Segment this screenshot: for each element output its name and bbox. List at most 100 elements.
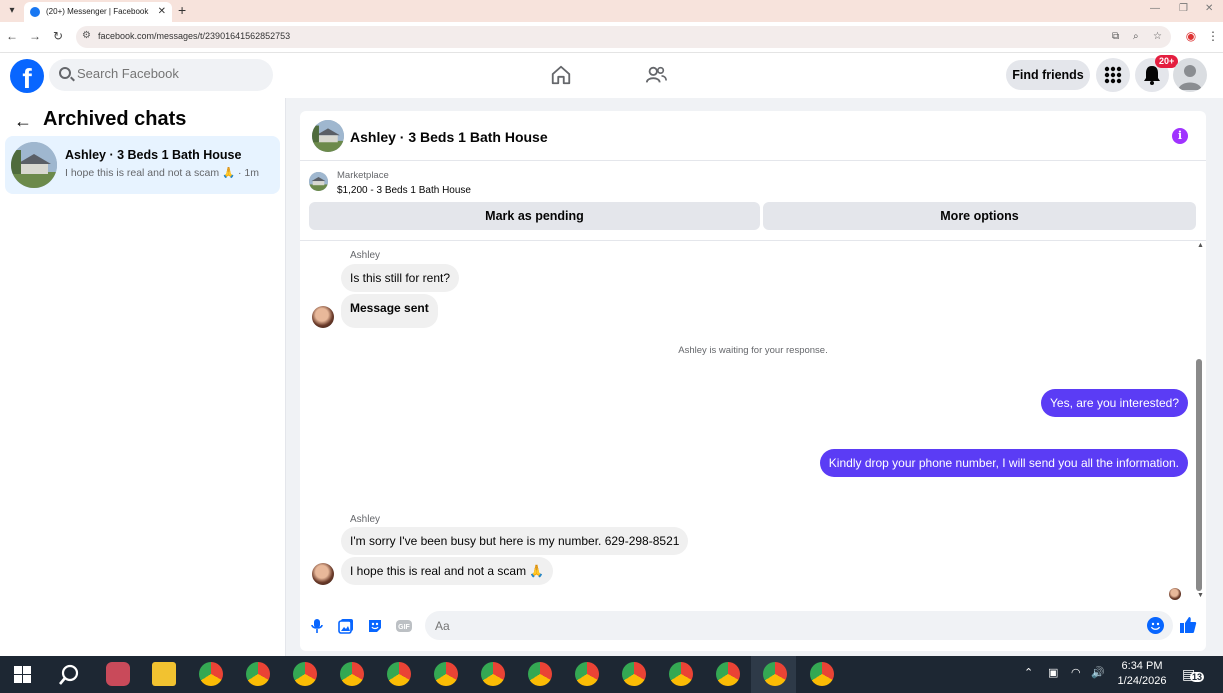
new-tab-button[interactable]: + — [178, 2, 186, 18]
sender-name: Ashley — [350, 514, 381, 525]
listing-thumbnail — [309, 172, 328, 191]
taskbar-search-icon[interactable] — [58, 664, 80, 686]
site-info-icon[interactable]: ⚙ — [82, 30, 91, 41]
tray-chevron-icon[interactable]: ⌃ — [1024, 666, 1033, 679]
back-icon[interactable]: ← — [4, 29, 20, 43]
windows-start-icon[interactable] — [14, 666, 31, 683]
zoom-icon[interactable]: ⌕ — [1133, 31, 1139, 42]
notification-center-icon[interactable]: ▤ 13 — [1182, 666, 1205, 684]
message-composer: GIF — [300, 609, 1206, 645]
chrome-profile-icon[interactable] — [622, 662, 646, 686]
house-thumbnail — [11, 142, 57, 188]
chrome-profile-icon[interactable] — [575, 662, 599, 686]
conversation-title[interactable]: Ashley · 3 Beds 1 Bath House — [350, 129, 548, 145]
bookmark-star-icon[interactable]: ☆ — [1153, 31, 1162, 42]
message-bubble-outgoing[interactable]: Yes, are you interested? — [1041, 389, 1188, 417]
chat-name: Ashley · 3 Beds 1 Bath House — [65, 148, 242, 162]
scrollbar-thumb[interactable] — [1196, 359, 1202, 591]
volume-icon[interactable]: 🔊 — [1091, 666, 1105, 679]
photo-icon[interactable] — [337, 617, 355, 635]
reload-icon[interactable]: ↻ — [50, 29, 66, 43]
message-bubble[interactable]: I'm sorry I've been busy but here is my … — [341, 527, 689, 555]
waiting-status: Ashley is waiting for your response. — [678, 345, 828, 356]
tab-search-icon[interactable]: ▾ — [4, 3, 20, 19]
profile-avatar[interactable] — [1173, 58, 1207, 92]
wifi-icon[interactable]: ◠ — [1071, 666, 1081, 679]
chrome-profile-icon[interactable] — [669, 662, 693, 686]
notification-count: 13 — [1190, 672, 1205, 682]
ashley-avatar[interactable] — [312, 563, 334, 585]
chrome-profile-icon[interactable] — [481, 662, 505, 686]
file-explorer-icon[interactable] — [152, 662, 176, 686]
url-text: facebook.com/messages/t/2390164156285275… — [98, 31, 291, 41]
mic-icon[interactable] — [308, 617, 326, 635]
forward-icon[interactable]: → — [27, 29, 43, 43]
home-icon[interactable] — [550, 64, 572, 86]
chrome-profile-icon[interactable] — [246, 662, 270, 686]
window-close-icon[interactable]: ✕ — [1205, 3, 1213, 14]
facebook-logo-icon[interactable]: f — [10, 59, 44, 93]
address-bar[interactable]: ⚙ facebook.com/messages/t/23901641562852… — [76, 26, 1171, 48]
extension-icon[interactable]: ◉ — [1183, 29, 1199, 43]
svg-text:GIF: GIF — [398, 624, 410, 631]
ashley-avatar[interactable] — [312, 306, 334, 328]
search-icon — [59, 67, 71, 79]
chat-list-item[interactable]: Ashley · 3 Beds 1 Bath House I hope this… — [5, 136, 280, 194]
menu-button[interactable] — [1096, 58, 1130, 92]
emoji-icon[interactable] — [1147, 617, 1164, 634]
browser-tab-bar: ▾ (20+) Messenger | Facebook ✕ + — ❐ ✕ — [0, 0, 1223, 22]
scroll-down-icon[interactable]: ▼ — [1197, 592, 1204, 599]
message-bubble[interactable]: I hope this is real and not a scam 🙏 — [341, 557, 554, 585]
mark-as-pending-button[interactable]: Mark as pending — [309, 202, 760, 230]
message-bubble-outgoing[interactable]: Kindly drop your phone number, I will se… — [819, 449, 1188, 477]
windows-taskbar: ⌃ ▣ ◠ 🔊 6:34 PM 1/24/2026 ▤ 13 — [0, 656, 1223, 693]
tab-close-icon[interactable]: ✕ — [158, 2, 166, 22]
profile-icon — [1178, 65, 1202, 90]
browser-menu-icon[interactable]: ⋮ — [1205, 29, 1221, 43]
read-receipt-avatar — [1169, 588, 1181, 600]
chrome-profile-icon[interactable] — [810, 662, 834, 686]
marketplace-label: Marketplace — [337, 170, 389, 181]
chrome-profile-icon[interactable] — [340, 662, 364, 686]
minimize-icon[interactable]: — — [1150, 3, 1160, 14]
info-icon[interactable]: i — [1172, 128, 1188, 144]
install-app-icon[interactable]: ⧉ — [1112, 31, 1119, 42]
chrome-profile-icon[interactable] — [434, 662, 458, 686]
chrome-profile-icon[interactable] — [293, 662, 317, 686]
browser-tab[interactable]: (20+) Messenger | Facebook ✕ — [24, 2, 172, 22]
sticker-icon[interactable] — [366, 617, 384, 635]
system-clock[interactable]: 6:34 PM 1/24/2026 — [1110, 659, 1174, 689]
more-options-button[interactable]: More options — [763, 202, 1196, 230]
search-input[interactable] — [77, 66, 257, 81]
message-bubble[interactable]: Message sent — [341, 294, 438, 328]
meet-icon[interactable]: ▣ — [1048, 666, 1058, 679]
search-box[interactable] — [49, 59, 273, 91]
chrome-profile-icon[interactable] — [763, 662, 787, 686]
scroll-up-icon[interactable]: ▲ — [1197, 242, 1204, 249]
conversation-thumbnail[interactable] — [312, 120, 344, 152]
conversation-panel: Ashley · 3 Beds 1 Bath House i Marketpla… — [300, 111, 1206, 651]
facebook-favicon-icon — [30, 7, 40, 17]
sidebar-title: Archived chats — [43, 108, 187, 130]
message-bubble[interactable]: Is this still for rent? — [341, 264, 460, 292]
back-arrow-icon[interactable]: ← — [14, 111, 32, 132]
listing-title[interactable]: $1,200 - 3 Beds 1 Bath House — [337, 185, 471, 196]
chrome-profile-icon[interactable] — [387, 662, 411, 686]
sender-name: Ashley — [350, 250, 381, 261]
find-friends-button[interactable]: Find friends — [1006, 60, 1090, 90]
clock-date: 1/24/2026 — [1117, 675, 1167, 687]
conversation-header: Ashley · 3 Beds 1 Bath House i — [300, 111, 1206, 161]
chrome-profile-icon[interactable] — [716, 662, 740, 686]
chrome-icon[interactable] — [199, 662, 223, 686]
marketplace-banner: Marketplace $1,200 - 3 Beds 1 Bath House… — [300, 161, 1206, 241]
taskbar-app-icon[interactable] — [106, 662, 130, 686]
gif-icon[interactable]: GIF — [395, 617, 413, 635]
tab-title: (20+) Messenger | Facebook — [46, 7, 149, 16]
maximize-icon[interactable]: ❐ — [1179, 3, 1188, 14]
friends-icon[interactable] — [645, 64, 667, 86]
chat-preview: I hope this is real and not a scam 🙏 · 1… — [65, 167, 259, 179]
facebook-header: f Find friends 20+ — [0, 53, 1223, 98]
like-icon[interactable] — [1178, 615, 1198, 635]
chrome-profile-icon[interactable] — [528, 662, 552, 686]
message-input[interactable] — [425, 611, 1173, 640]
